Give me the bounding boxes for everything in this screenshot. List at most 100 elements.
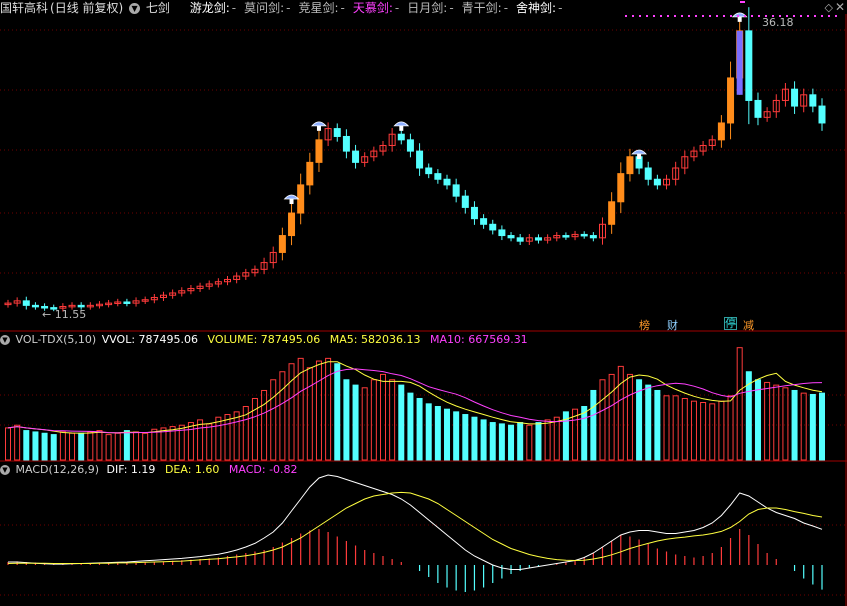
candle-body-71 (653, 178, 661, 186)
macd-title[interactable]: MACD(12,26,9) (16, 463, 100, 476)
candle-body-55 (507, 235, 515, 239)
candle-body-75 (690, 150, 698, 158)
candle-body-73 (672, 167, 680, 180)
candle-body-72 (663, 178, 671, 186)
volume-bar-35 (325, 357, 332, 461)
volume-bar-6 (59, 431, 66, 461)
sword-value-5: - (503, 1, 509, 15)
macd-expand-icon[interactable]: ▼ (0, 465, 10, 475)
candle-body-83 (763, 111, 771, 118)
candle-body-3 (31, 304, 39, 308)
volume-bar-9 (87, 431, 94, 461)
candle-body-42 (388, 133, 396, 146)
sword-label-5: 青干剑: (461, 1, 502, 15)
dif-value: DIF: 1.19 (106, 463, 156, 476)
volume-bar-68 (626, 373, 633, 461)
candle-body-80 (736, 30, 744, 79)
volume-title[interactable]: VOL-TDX(5,10) (16, 333, 97, 346)
candle-body-84 (772, 99, 780, 113)
candle-body-78 (717, 122, 725, 141)
volume-bar-18 (169, 426, 176, 461)
volume-bar-15 (142, 432, 149, 461)
volume-bar-23 (215, 416, 222, 461)
volume-bar-37 (343, 379, 350, 461)
candle-body-86 (791, 88, 799, 107)
candle-body-16 (150, 296, 158, 301)
grid-lines (0, 14, 847, 606)
candle-body-50 (461, 195, 469, 208)
macd-bars (7, 529, 823, 592)
indicator-name[interactable]: 七剑 (146, 1, 170, 15)
candle-body-89 (818, 105, 826, 124)
close-icon[interactable]: ✕ (835, 0, 845, 14)
collapse-icon[interactable]: ◇ (825, 1, 833, 14)
tag-jian[interactable]: 减 (743, 317, 754, 333)
signal-lamp-base-4 (737, 16, 742, 22)
volume-bar-3 (32, 431, 39, 461)
signal-lamp-base-1 (316, 125, 321, 131)
candle-body-56 (516, 237, 524, 242)
candle-body-39 (361, 156, 369, 163)
macd-header: ▼ MACD(12,26,9) DIF: 1.19 DEA: 1.60 MACD… (0, 463, 300, 477)
volume-bar-21 (197, 419, 204, 461)
volume-bar-24 (224, 414, 231, 461)
volume-bar-12 (114, 432, 121, 461)
volume-bar-28 (261, 389, 268, 461)
candle-body-53 (489, 223, 497, 231)
volume-bar-76 (700, 402, 707, 461)
volume-bar-51 (471, 416, 478, 461)
tag-ting[interactable]: 停 (724, 317, 737, 330)
candle-body-49 (452, 184, 460, 197)
volume-bar-20 (187, 422, 194, 461)
volume-bar-75 (690, 400, 697, 461)
candle-body-88 (809, 94, 817, 107)
markers (283, 1, 837, 205)
volume-bar-69 (636, 379, 643, 461)
candle-body-6 (59, 305, 67, 309)
candle-body-13 (123, 301, 131, 304)
signal-lamp-base-2 (399, 125, 404, 131)
volume-bar-2 (23, 430, 30, 461)
stock-name[interactable]: 国轩高科 (0, 1, 48, 15)
candle-body-76 (699, 144, 707, 152)
tag-bang[interactable]: 榜 (639, 317, 650, 333)
chart-period: (日线 前复权) (50, 1, 124, 15)
candle-body-57 (525, 237, 533, 242)
volume-bar-47 (434, 406, 441, 461)
candle-body-74 (681, 156, 689, 169)
volume-bar-62 (572, 408, 579, 461)
candle-body-20 (187, 287, 195, 292)
tag-cai[interactable]: 财 (667, 317, 678, 333)
volume-bar-66 (608, 373, 615, 461)
candle-body-44 (406, 139, 414, 152)
volume-bar-5 (50, 434, 57, 461)
peak-highlight-bar (736, 30, 743, 95)
candle-body-66 (608, 201, 616, 225)
volume-bar-36 (334, 363, 341, 461)
volume-bar-63 (581, 406, 588, 461)
volume-bar-0 (5, 427, 11, 461)
volume-bar-43 (398, 384, 405, 461)
candle-body-1 (13, 300, 21, 304)
high-price-label: 36.18 (762, 16, 794, 29)
dea-line (7, 491, 823, 564)
candle-body-12 (114, 301, 122, 304)
volume-bar-39 (361, 387, 368, 461)
candle-body-62 (571, 233, 579, 238)
candle-body-35 (324, 128, 332, 141)
volume-value: VOLUME: 787495.06 (207, 333, 321, 346)
volume-bar-7 (69, 432, 76, 461)
dropdown-icon[interactable]: ▼ (129, 3, 141, 14)
volume-header: ▼ VOL-TDX(5,10) VVOL: 787495.06 VOLUME: … (0, 333, 530, 347)
candle-body-51 (470, 206, 478, 220)
candle-body-33 (306, 161, 314, 186)
volume-bar-38 (352, 384, 359, 461)
candle-body-36 (333, 128, 341, 137)
volume-expand-icon[interactable]: ▼ (0, 335, 10, 345)
candle-body-38 (352, 150, 360, 163)
candle-body-52 (480, 218, 488, 225)
volume-bar-71 (654, 389, 661, 461)
volume-bar-74 (681, 397, 688, 461)
candle-body-24 (224, 278, 232, 283)
signal-lamp-icon-4 (731, 12, 748, 18)
